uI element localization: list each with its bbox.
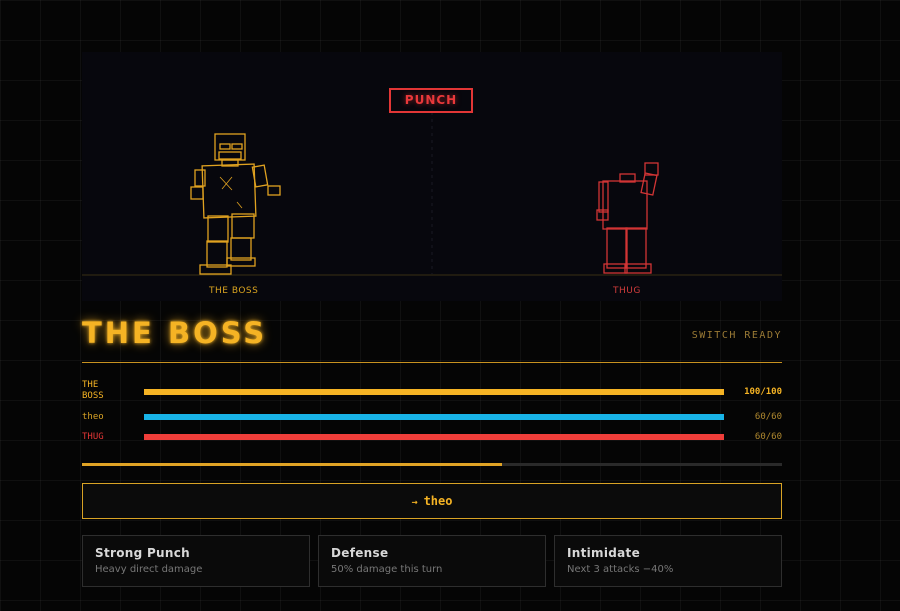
boss-fighter-figure bbox=[190, 133, 281, 275]
move-list: Strong Punch Heavy direct damage Defense… bbox=[82, 535, 782, 587]
health-fill-thug bbox=[144, 434, 724, 440]
health-value-thug: 60/60 bbox=[754, 432, 782, 442]
health-bar-thug bbox=[144, 434, 724, 440]
turn-progress-bar bbox=[82, 463, 782, 466]
move-intimidate[interactable]: Intimidate Next 3 attacks −40% bbox=[554, 535, 782, 587]
health-fill-theo bbox=[144, 414, 724, 420]
thug-right-leg bbox=[625, 227, 647, 269]
health-value-theo: 60/60 bbox=[754, 412, 782, 422]
active-fighter-title: THE BOSS bbox=[82, 316, 268, 350]
move-defense[interactable]: Defense 50% damage this turn bbox=[318, 535, 546, 587]
current-move-banner: PUNCH bbox=[389, 88, 473, 113]
target-label: theo bbox=[423, 494, 453, 508]
move-name: Strong Punch bbox=[95, 546, 190, 560]
move-strong-punch[interactable]: Strong Punch Heavy direct damage bbox=[82, 535, 310, 587]
boss-right-leg bbox=[231, 213, 255, 239]
health-bars: THE BOSS 100/100 theo 60/60 THUG 60/60 bbox=[82, 380, 782, 445]
health-row-boss: THE BOSS 100/100 bbox=[82, 380, 782, 405]
health-fill-boss bbox=[144, 389, 724, 395]
boss-left-leg bbox=[207, 215, 229, 243]
thug-torso bbox=[602, 180, 648, 230]
switch-status: SWITCH READY bbox=[691, 330, 782, 341]
health-row-theo: theo 60/60 bbox=[82, 405, 782, 425]
move-name: Intimidate bbox=[567, 546, 641, 560]
health-bar-theo bbox=[144, 414, 724, 420]
move-name: Defense bbox=[331, 546, 389, 560]
boss-torso bbox=[201, 163, 257, 219]
boss-left-arm bbox=[194, 169, 206, 187]
turn-progress-fill bbox=[82, 463, 502, 466]
thug-right-arm bbox=[640, 172, 658, 196]
battle-arena: PUNCH THE BOSS THUG bbox=[82, 52, 782, 301]
header-divider bbox=[82, 362, 782, 363]
move-description: 50% damage this turn bbox=[331, 564, 443, 575]
health-name-thug: THUG bbox=[82, 432, 104, 442]
arrow-right-icon: → bbox=[411, 497, 418, 508]
health-name-theo: theo bbox=[82, 412, 104, 422]
health-row-thug: THUG 60/60 bbox=[82, 425, 782, 445]
boss-floor-label: THE BOSS bbox=[209, 286, 259, 296]
health-name-boss: THE BOSS bbox=[82, 380, 104, 401]
health-value-boss: 100/100 bbox=[744, 387, 782, 397]
switch-target-button[interactable]: → theo bbox=[82, 483, 782, 519]
thug-left-leg bbox=[606, 227, 628, 269]
move-description: Heavy direct damage bbox=[95, 564, 203, 575]
thug-fighter-figure bbox=[596, 162, 659, 274]
thug-floor-label: THUG bbox=[613, 286, 641, 296]
health-bar-boss bbox=[144, 389, 724, 395]
move-description: Next 3 attacks −40% bbox=[567, 564, 674, 575]
